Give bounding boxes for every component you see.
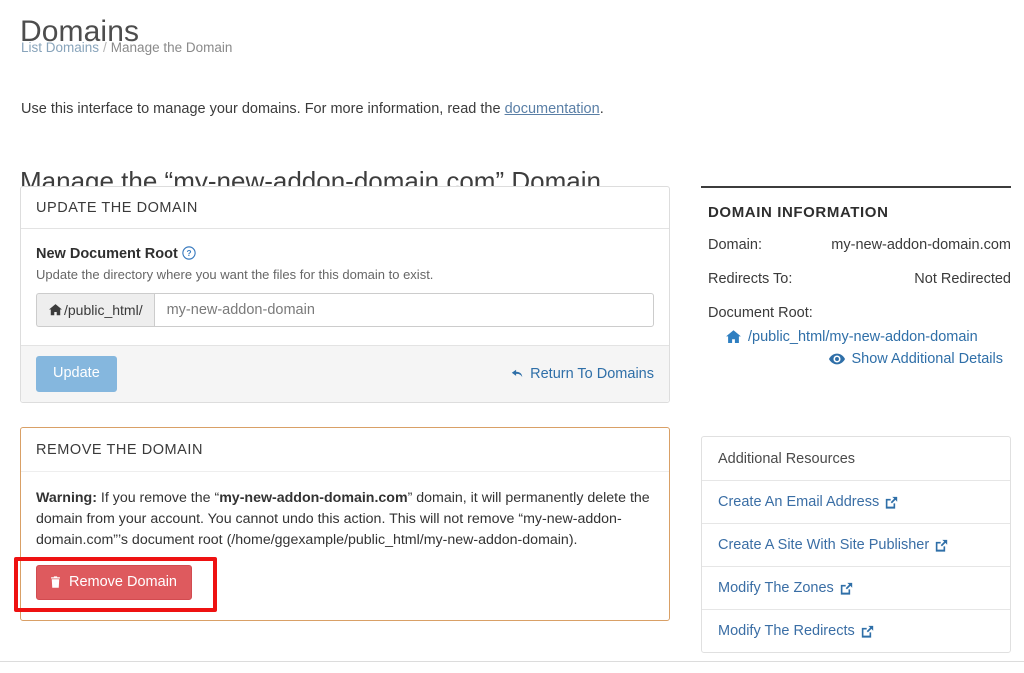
info-key-redirects: Redirects To: xyxy=(708,271,793,287)
intro-text-after: . xyxy=(599,100,604,117)
document-root-input-group: /public_html/ xyxy=(36,293,654,327)
info-row-domain: Domain: my-new-addon-domain.com xyxy=(708,235,1011,255)
question-circle-icon[interactable]: ? xyxy=(182,246,196,260)
resource-label: Create An Email Address xyxy=(718,494,880,510)
update-domain-panel: UPDATE THE DOMAIN New Document Root? Upd… xyxy=(20,186,670,403)
document-root-prefix-text: /public_html/ xyxy=(64,302,143,318)
info-key-domain: Domain: xyxy=(708,237,762,253)
external-link-icon xyxy=(861,625,874,638)
info-key-document-root: Document Root: xyxy=(708,305,813,321)
domain-information-title: DOMAIN INFORMATION xyxy=(708,204,889,221)
resource-link-modify-the-zones[interactable]: Modify The Zones xyxy=(702,567,1010,610)
remove-panel-body: Warning: If you remove the “my-new-addon… xyxy=(21,472,669,621)
documentation-link[interactable]: documentation xyxy=(505,101,600,117)
resource-link-create-site-with-site-publisher[interactable]: Create A Site With Site Publisher xyxy=(702,524,1010,567)
page-footer-divider xyxy=(0,661,1024,662)
remove-warning-text: Warning: If you remove the “my-new-addon… xyxy=(36,488,654,551)
remove-panel-heading: REMOVE THE DOMAIN xyxy=(21,428,669,472)
domains-manage-page: Domains List Domains / Manage the Domain U… xyxy=(0,0,1024,673)
external-link-icon xyxy=(840,582,853,595)
domain-information-panel: DOMAIN INFORMATION Domain: my-new-addon-… xyxy=(701,186,1011,367)
resource-link-modify-the-redirects[interactable]: Modify The Redirects xyxy=(702,610,1010,652)
intro-text: Use this interface to manage your domain… xyxy=(21,99,604,119)
remove-domain-button[interactable]: Remove Domain xyxy=(36,564,192,600)
resource-link-create-email-address[interactable]: Create An Email Address xyxy=(702,481,1010,524)
eye-icon xyxy=(829,353,846,365)
new-document-root-label-text: New Document Root xyxy=(36,246,178,262)
breadcrumb-separator: / xyxy=(103,40,107,55)
trash-icon xyxy=(49,575,62,589)
document-root-prefix-addon: /public_html/ xyxy=(36,293,154,327)
update-button[interactable]: Update xyxy=(36,356,117,392)
update-panel-footer: Update Return To Domains xyxy=(21,345,669,402)
info-row-redirects: Redirects To: Not Redirected xyxy=(708,269,1011,289)
resource-label: Modify The Redirects xyxy=(718,623,855,639)
warning-domain-name: my-new-addon-domain.com xyxy=(219,489,408,506)
info-value-domain: my-new-addon-domain.com xyxy=(831,237,1011,253)
warning-label: Warning: xyxy=(36,489,97,506)
return-to-domains-label: Return To Domains xyxy=(530,365,654,382)
svg-text:?: ? xyxy=(186,248,191,258)
additional-resources-panel: Additional Resources Create An Email Add… xyxy=(701,436,1011,653)
home-icon xyxy=(725,329,742,345)
resource-label: Create A Site With Site Publisher xyxy=(718,537,930,553)
document-root-link-label: /public_html/my-new-addon-domain xyxy=(748,329,978,345)
breadcrumb-link-list-domains[interactable]: List Domains xyxy=(21,40,99,55)
arrow-undo-icon xyxy=(510,367,525,381)
remove-domain-label: Remove Domain xyxy=(69,573,177,590)
remove-domain-panel: REMOVE THE DOMAIN Warning: If you remove… xyxy=(20,426,670,621)
resource-label: Modify The Zones xyxy=(718,580,834,596)
intro-text-before: Use this interface to manage your domain… xyxy=(21,100,505,117)
additional-resources-heading: Additional Resources xyxy=(702,437,1010,481)
external-link-icon xyxy=(885,496,898,509)
warning-part-1: If you remove the “ xyxy=(96,489,220,506)
info-value-redirects: Not Redirected xyxy=(914,271,1011,287)
update-panel-body: New Document Root? Update the directory … xyxy=(21,229,669,345)
show-additional-details-link[interactable]: Show Additional Details xyxy=(701,351,1003,367)
left-column: UPDATE THE DOMAIN New Document Root? Upd… xyxy=(20,186,670,621)
home-icon xyxy=(48,303,63,317)
return-to-domains-link[interactable]: Return To Domains xyxy=(510,366,654,382)
new-document-root-label: New Document Root? xyxy=(36,244,654,264)
update-panel-heading: UPDATE THE DOMAIN xyxy=(21,187,669,229)
document-root-input[interactable] xyxy=(153,293,654,327)
show-additional-details-label: Show Additional Details xyxy=(851,351,1003,367)
new-document-root-help: Update the directory where you want the … xyxy=(36,267,434,282)
external-link-icon xyxy=(935,539,948,552)
document-root-link[interactable]: /public_html/my-new-addon-domain xyxy=(725,329,1011,345)
breadcrumb: List Domains / Manage the Domain xyxy=(21,39,232,57)
breadcrumb-current: Manage the Domain xyxy=(110,40,233,55)
domain-information-rule xyxy=(701,186,1011,188)
